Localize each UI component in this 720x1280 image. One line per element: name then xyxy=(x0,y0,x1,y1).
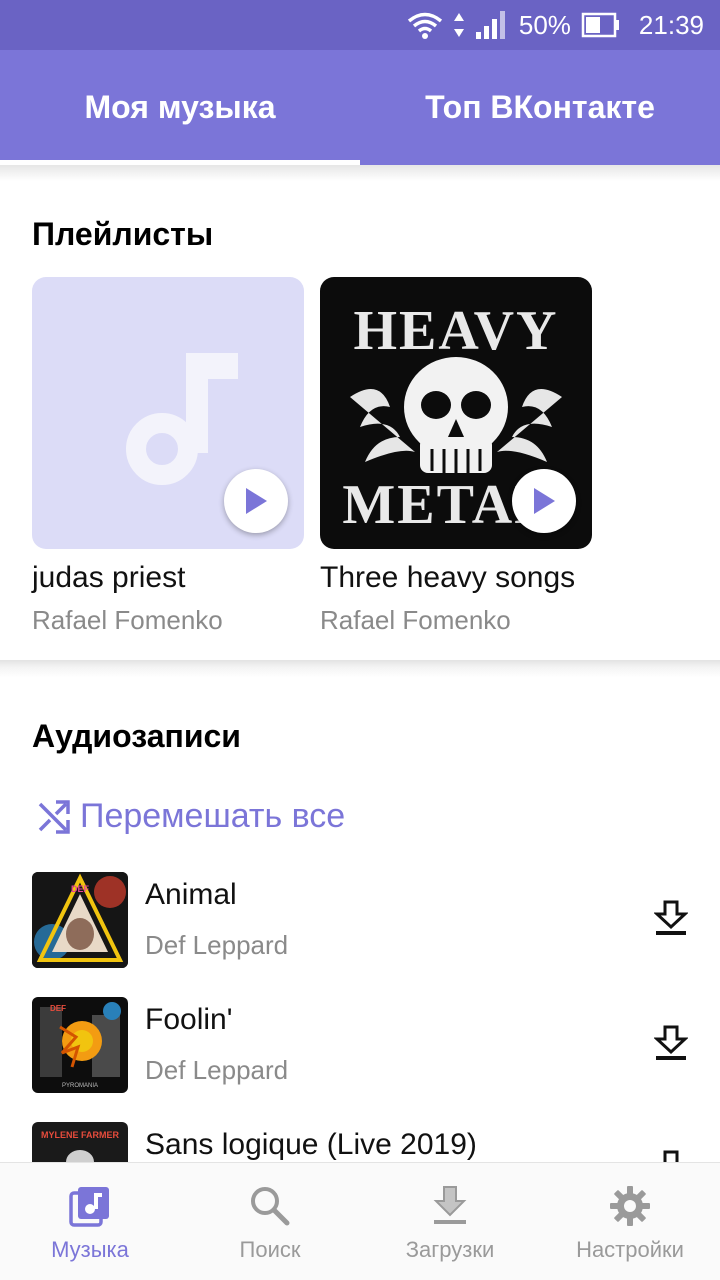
nav-music[interactable]: Музыка xyxy=(0,1163,180,1280)
top-tab-bar: Моя музыка Топ ВКонтакте xyxy=(0,50,720,165)
album-art: DEF xyxy=(32,872,128,968)
download-icon xyxy=(433,1186,467,1224)
wifi-icon xyxy=(407,12,442,39)
playlist-cover[interactable] xyxy=(32,277,304,549)
nav-settings[interactable]: Настройки xyxy=(540,1163,720,1280)
track-artist: Def Leppard xyxy=(145,930,289,960)
shuffle-all-button[interactable]: Перемешать все xyxy=(36,790,345,842)
tab-my-music[interactable]: Моя музыка xyxy=(0,50,360,165)
search-icon xyxy=(251,1187,290,1226)
tab-top-vk[interactable]: Топ ВКонтакте xyxy=(360,50,720,165)
tab-label: Моя музыка xyxy=(84,89,276,125)
shuffle-label: Перемешать все xyxy=(80,796,346,835)
play-icon xyxy=(246,488,267,514)
svg-text:DEF: DEF xyxy=(50,1004,66,1013)
playlist-owner: Rafael Fomenko xyxy=(32,605,223,635)
nav-search[interactable]: Поиск xyxy=(180,1163,360,1280)
music-library-icon xyxy=(69,1187,109,1227)
nav-label: Настройки xyxy=(576,1237,684,1262)
data-arrows-icon xyxy=(453,13,464,37)
playlist-card[interactable]: HEAVY METAL Three heavy songs Rafael Fom… xyxy=(320,277,592,636)
track-artist: Def Leppard xyxy=(145,1055,289,1085)
svg-text:PYROMANIA: PYROMANIA xyxy=(62,1083,98,1089)
shuffle-icon xyxy=(38,800,70,834)
svg-text:DEF: DEF xyxy=(71,884,90,894)
track-row[interactable]: DEF PYROMANIA Foolin' Def Leppard xyxy=(0,997,720,1107)
topbar-shadow xyxy=(0,165,720,181)
playlist-title: Three heavy songs xyxy=(320,561,576,594)
section-divider xyxy=(0,660,720,678)
nav-label: Музыка xyxy=(51,1237,129,1262)
status-icons: 50% 21:39 xyxy=(407,8,704,42)
play-icon xyxy=(534,488,555,514)
signal-icon xyxy=(475,11,505,39)
track-row[interactable]: DEF Animal Def Leppard xyxy=(0,872,720,982)
nav-label: Поиск xyxy=(239,1237,301,1262)
nav-label: Загрузки xyxy=(405,1237,495,1262)
track-title: Animal xyxy=(145,878,237,911)
playlist-cover[interactable]: HEAVY METAL xyxy=(320,277,592,549)
playlist-title: judas priest xyxy=(32,561,186,594)
hysteria-cover-art: DEF xyxy=(32,872,128,968)
battery-icon xyxy=(581,12,619,38)
track-title: Sans logique (Live 2019) xyxy=(145,1128,477,1161)
playlist-owner: Rafael Fomenko xyxy=(320,605,511,635)
clock: 21:39 xyxy=(638,9,704,40)
play-button[interactable] xyxy=(224,469,288,533)
download-icon[interactable] xyxy=(654,900,688,936)
gear-icon xyxy=(610,1186,650,1226)
album-art: DEF PYROMANIA xyxy=(32,997,128,1093)
svg-text:MYLENE FARMER: MYLENE FARMER xyxy=(41,1130,120,1140)
status-bar: 50% 21:39 xyxy=(0,0,720,50)
svg-text:HEAVY: HEAVY xyxy=(353,300,558,362)
play-button[interactable] xyxy=(512,469,576,533)
playlists-heading: Плейлисты xyxy=(32,216,214,252)
bottom-navigation: Музыка Поиск Загрузки Настройки xyxy=(0,1162,720,1280)
tab-label: Топ ВКонтакте xyxy=(425,89,655,125)
pyromania-cover-art: DEF PYROMANIA xyxy=(32,997,128,1093)
battery-percent: 50% xyxy=(518,9,571,40)
track-title: Foolin' xyxy=(145,1003,233,1036)
playlist-card[interactable]: judas priest Rafael Fomenko xyxy=(32,277,304,636)
nav-downloads[interactable]: Загрузки xyxy=(360,1163,540,1280)
audio-heading: Аудиозаписи xyxy=(32,718,241,754)
download-icon[interactable] xyxy=(654,1025,688,1061)
